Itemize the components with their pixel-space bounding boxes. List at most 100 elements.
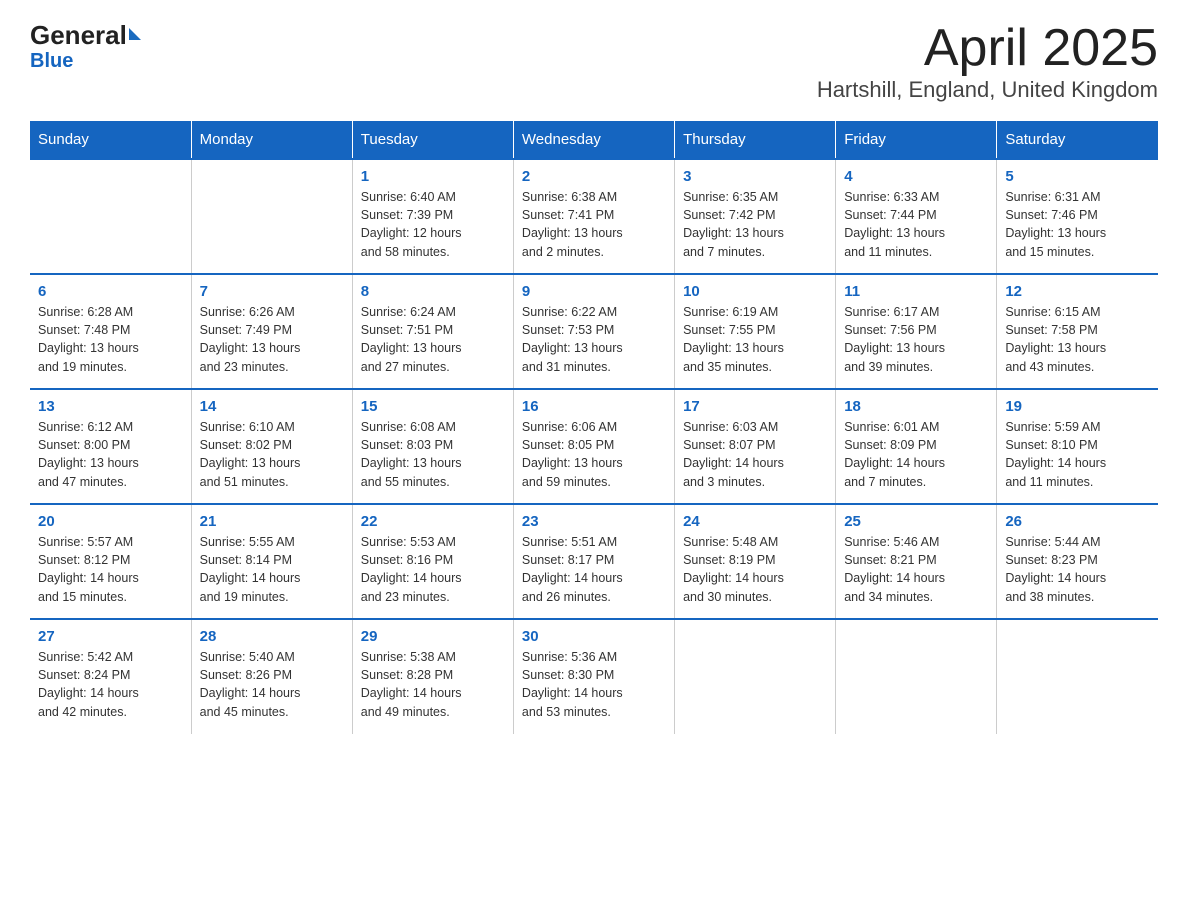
calendar-cell: 4 Sunrise: 6:33 AM Sunset: 7:44 PM Daylig… (836, 159, 997, 274)
col-header-tuesday: Tuesday (352, 121, 513, 159)
col-header-monday: Monday (191, 121, 352, 159)
day-number: 23 (522, 513, 666, 530)
col-header-thursday: Thursday (675, 121, 836, 159)
calendar-week-row: 1Sunrise: 6:40 AM Sunset: 7:39 PM Daylig… (30, 159, 1158, 274)
calendar-week-row: 27 Sunrise: 5:42 AM Sunset: 8:24 PM Dayli… (30, 619, 1158, 734)
day-info: Sunrise: 5:40 AM Sunset: 8:26 PM Dayligh… (200, 648, 344, 721)
day-info: Sunrise: 6:19 AM Sunset: 7:55 PM Dayligh… (683, 303, 827, 376)
day-number: 8 (361, 283, 505, 300)
day-info: Sunrise: 5:55 AM Sunset: 8:14 PM Dayligh… (200, 533, 344, 606)
page-header: General Blue April 2025 Hartshill, Engla… (30, 20, 1158, 103)
day-number: 24 (683, 513, 827, 530)
day-info: Sunrise: 6:28 AM Sunset: 7:48 PM Dayligh… (38, 303, 183, 376)
calendar-cell: 9Sunrise: 6:22 AM Sunset: 7:53 PM Daylig… (513, 274, 674, 389)
calendar-cell (30, 159, 191, 274)
calendar-cell: 8 Sunrise: 6:24 AM Sunset: 7:51 PM Daylig… (352, 274, 513, 389)
calendar-cell: 14 Sunrise: 6:10 AM Sunset: 8:02 PM Dayli… (191, 389, 352, 504)
logo: General Blue (30, 20, 141, 71)
calendar-cell (997, 619, 1158, 734)
day-number: 11 (844, 283, 988, 300)
day-number: 16 (522, 398, 666, 415)
calendar-week-row: 13 Sunrise: 6:12 AM Sunset: 8:00 PM Dayli… (30, 389, 1158, 504)
day-info: Sunrise: 6:31 AM Sunset: 7:46 PM Dayligh… (1005, 188, 1150, 261)
day-number: 13 (38, 398, 183, 415)
calendar-cell: 13 Sunrise: 6:12 AM Sunset: 8:00 PM Dayli… (30, 389, 191, 504)
day-number: 27 (38, 628, 183, 645)
logo-arrow-icon (129, 28, 141, 40)
day-info: Sunrise: 6:35 AM Sunset: 7:42 PM Dayligh… (683, 188, 827, 261)
day-info: Sunrise: 6:33 AM Sunset: 7:44 PM Dayligh… (844, 188, 988, 261)
day-info: Sunrise: 6:22 AM Sunset: 7:53 PM Dayligh… (522, 303, 666, 376)
calendar-cell: 25 Sunrise: 5:46 AM Sunset: 8:21 PM Dayli… (836, 504, 997, 619)
day-info: Sunrise: 5:51 AM Sunset: 8:17 PM Dayligh… (522, 533, 666, 606)
calendar-cell: 28 Sunrise: 5:40 AM Sunset: 8:26 PM Dayli… (191, 619, 352, 734)
calendar-cell: 7 Sunrise: 6:26 AM Sunset: 7:49 PM Daylig… (191, 274, 352, 389)
day-number: 15 (361, 398, 505, 415)
day-number: 29 (361, 628, 505, 645)
page-title: April 2025 (817, 20, 1158, 77)
day-info: Sunrise: 6:38 AM Sunset: 7:41 PM Dayligh… (522, 188, 666, 261)
calendar-cell: 20 Sunrise: 5:57 AM Sunset: 8:12 PM Dayli… (30, 504, 191, 619)
calendar-header-row: SundayMondayTuesdayWednesdayThursdayFrid… (30, 121, 1158, 159)
calendar-cell: 30 Sunrise: 5:36 AM Sunset: 8:30 PM Dayli… (513, 619, 674, 734)
calendar-cell: 15 Sunrise: 6:08 AM Sunset: 8:03 PM Dayli… (352, 389, 513, 504)
day-info: Sunrise: 5:48 AM Sunset: 8:19 PM Dayligh… (683, 533, 827, 606)
day-info: Sunrise: 5:36 AM Sunset: 8:30 PM Dayligh… (522, 648, 666, 721)
col-header-friday: Friday (836, 121, 997, 159)
day-info: Sunrise: 5:53 AM Sunset: 8:16 PM Dayligh… (361, 533, 505, 606)
day-number: 18 (844, 398, 988, 415)
calendar-cell: 6Sunrise: 6:28 AM Sunset: 7:48 PM Daylig… (30, 274, 191, 389)
day-info: Sunrise: 5:57 AM Sunset: 8:12 PM Dayligh… (38, 533, 183, 606)
calendar-cell: 19 Sunrise: 5:59 AM Sunset: 8:10 PM Dayli… (997, 389, 1158, 504)
day-number: 30 (522, 628, 666, 645)
day-info: Sunrise: 5:46 AM Sunset: 8:21 PM Dayligh… (844, 533, 988, 606)
calendar-cell: 17 Sunrise: 6:03 AM Sunset: 8:07 PM Dayli… (675, 389, 836, 504)
day-number: 7 (200, 283, 344, 300)
day-number: 2 (522, 168, 666, 185)
logo-blue-text: Blue (30, 51, 73, 71)
day-number: 22 (361, 513, 505, 530)
day-number: 21 (200, 513, 344, 530)
calendar-cell: 27 Sunrise: 5:42 AM Sunset: 8:24 PM Dayli… (30, 619, 191, 734)
calendar-cell: 3 Sunrise: 6:35 AM Sunset: 7:42 PM Daylig… (675, 159, 836, 274)
day-info: Sunrise: 6:06 AM Sunset: 8:05 PM Dayligh… (522, 418, 666, 491)
calendar-cell: 18Sunrise: 6:01 AM Sunset: 8:09 PM Dayli… (836, 389, 997, 504)
day-number: 3 (683, 168, 827, 185)
day-number: 1 (361, 168, 505, 185)
page-subtitle: Hartshill, England, United Kingdom (817, 77, 1158, 103)
day-number: 10 (683, 283, 827, 300)
day-info: Sunrise: 6:03 AM Sunset: 8:07 PM Dayligh… (683, 418, 827, 491)
day-number: 19 (1005, 398, 1150, 415)
calendar-cell: 21 Sunrise: 5:55 AM Sunset: 8:14 PM Dayli… (191, 504, 352, 619)
day-info: Sunrise: 6:24 AM Sunset: 7:51 PM Dayligh… (361, 303, 505, 376)
day-info: Sunrise: 5:59 AM Sunset: 8:10 PM Dayligh… (1005, 418, 1150, 491)
calendar-cell: 16 Sunrise: 6:06 AM Sunset: 8:05 PM Dayli… (513, 389, 674, 504)
day-info: Sunrise: 6:26 AM Sunset: 7:49 PM Dayligh… (200, 303, 344, 376)
day-info: Sunrise: 6:08 AM Sunset: 8:03 PM Dayligh… (361, 418, 505, 491)
day-number: 28 (200, 628, 344, 645)
calendar-cell (675, 619, 836, 734)
day-info: Sunrise: 6:12 AM Sunset: 8:00 PM Dayligh… (38, 418, 183, 491)
logo-general-text: General (30, 20, 127, 51)
day-number: 17 (683, 398, 827, 415)
col-header-saturday: Saturday (997, 121, 1158, 159)
day-info: Sunrise: 5:42 AM Sunset: 8:24 PM Dayligh… (38, 648, 183, 721)
calendar-table: SundayMondayTuesdayWednesdayThursdayFrid… (30, 121, 1158, 734)
calendar-cell: 5Sunrise: 6:31 AM Sunset: 7:46 PM Daylig… (997, 159, 1158, 274)
calendar-cell: 23 Sunrise: 5:51 AM Sunset: 8:17 PM Dayli… (513, 504, 674, 619)
day-number: 4 (844, 168, 988, 185)
calendar-cell (191, 159, 352, 274)
calendar-cell: 22 Sunrise: 5:53 AM Sunset: 8:16 PM Dayli… (352, 504, 513, 619)
calendar-cell: 24 Sunrise: 5:48 AM Sunset: 8:19 PM Dayli… (675, 504, 836, 619)
day-info: Sunrise: 6:10 AM Sunset: 8:02 PM Dayligh… (200, 418, 344, 491)
calendar-cell: 2 Sunrise: 6:38 AM Sunset: 7:41 PM Daylig… (513, 159, 674, 274)
day-info: Sunrise: 5:38 AM Sunset: 8:28 PM Dayligh… (361, 648, 505, 721)
day-number: 25 (844, 513, 988, 530)
col-header-wednesday: Wednesday (513, 121, 674, 159)
day-number: 20 (38, 513, 183, 530)
calendar-cell: 10 Sunrise: 6:19 AM Sunset: 7:55 PM Dayli… (675, 274, 836, 389)
day-number: 14 (200, 398, 344, 415)
day-info: Sunrise: 6:15 AM Sunset: 7:58 PM Dayligh… (1005, 303, 1150, 376)
calendar-cell: 11Sunrise: 6:17 AM Sunset: 7:56 PM Dayli… (836, 274, 997, 389)
day-number: 12 (1005, 283, 1150, 300)
